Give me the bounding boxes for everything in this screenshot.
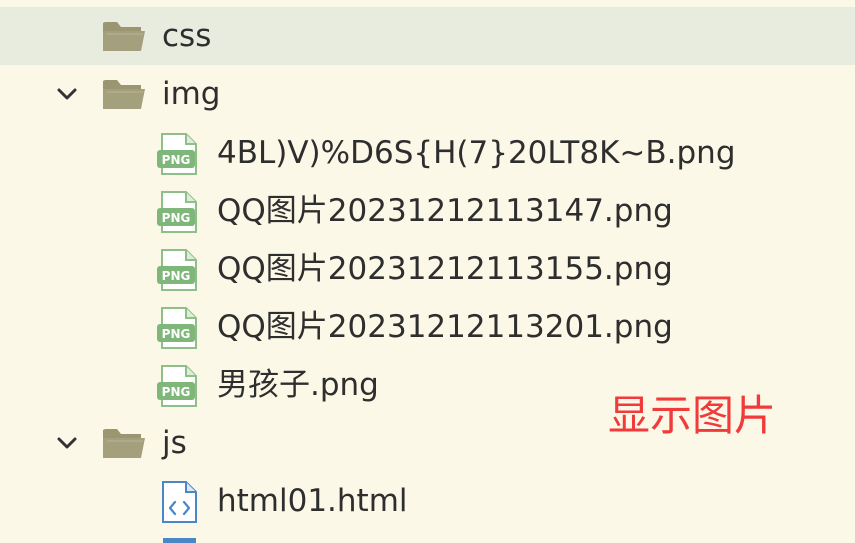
tree-item-label: QQ图片20231212113201.png [217,309,673,345]
svg-text:PNG: PNG [162,385,191,399]
svg-text:PNG: PNG [162,153,191,167]
html-file-icon [160,480,200,524]
tree-item-img-folder[interactable]: img [0,65,855,123]
tree-item-label: css [162,18,212,54]
tree-item-png-file[interactable]: PNG QQ图片20231212113201.png [0,298,855,356]
tree-item-partial [0,530,855,543]
png-file-icon: PNG [156,248,202,292]
tree-item-html-file[interactable]: html01.html [0,472,855,530]
png-file-icon: PNG [156,306,202,350]
file-icon [160,530,200,543]
tree-item-label: html01.html [217,483,408,519]
tree-item-label: img [162,76,221,112]
svg-text:PNG: PNG [162,211,191,225]
png-file-icon: PNG [156,132,202,176]
svg-text:PNG: PNG [162,327,191,341]
folder-icon [101,75,147,113]
project-explorer-tree: css img PNG 4BL)V)%D6S{H(7}20LT8K~B.png … [0,0,855,543]
svg-text:PNG: PNG [162,269,191,283]
tree-item-label: 男孩子.png [217,367,379,403]
folder-icon [101,17,147,55]
tree-item-png-file[interactable]: PNG 4BL)V)%D6S{H(7}20LT8K~B.png [0,124,855,182]
tree-item-png-file[interactable]: PNG QQ图片20231212113147.png [0,182,855,240]
png-file-icon: PNG [156,364,202,408]
tree-item-png-file[interactable]: PNG QQ图片20231212113155.png [0,240,855,298]
tree-item-css-folder[interactable]: css [0,7,855,65]
chevron-down-icon[interactable] [54,430,80,456]
tree-item-label: QQ图片20231212113155.png [217,251,673,287]
tree-item-label: QQ图片20231212113147.png [217,193,673,229]
folder-icon [101,424,147,462]
png-file-icon: PNG [156,190,202,234]
chevron-down-icon[interactable] [54,81,80,107]
tree-item-label: 4BL)V)%D6S{H(7}20LT8K~B.png [217,135,736,171]
tree-item-label: js [162,425,187,461]
annotation-text: 显示图片 [608,391,777,440]
